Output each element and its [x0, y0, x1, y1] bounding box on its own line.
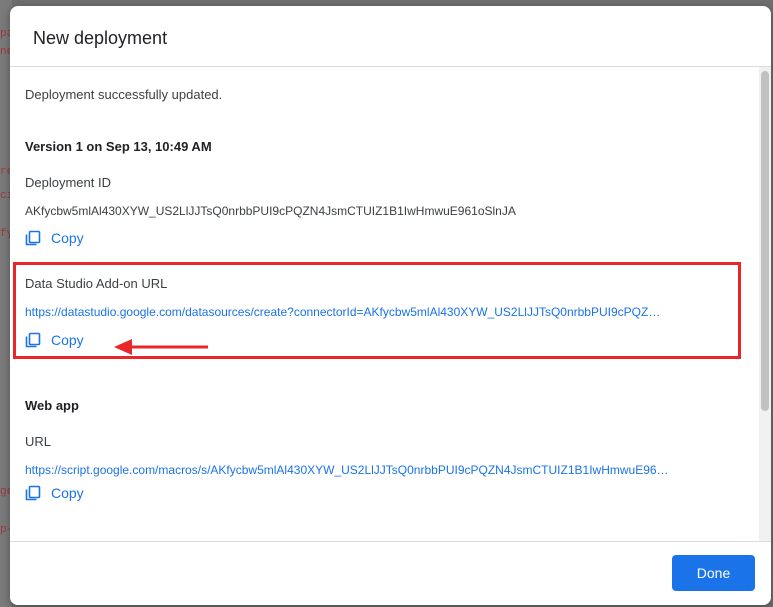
addon-url-link[interactable]: https://datastudio.google.com/datasource… — [25, 305, 741, 319]
red-arrow-icon — [114, 339, 208, 355]
copy-label: Copy — [51, 485, 84, 501]
copy-addon-url-button[interactable]: Copy — [25, 329, 84, 351]
copy-web-app-url-button[interactable]: Copy — [25, 482, 84, 504]
web-app-title: Web app — [25, 398, 79, 413]
deployment-id-label: Deployment ID — [25, 175, 111, 190]
deployment-id-value: AKfycbw5mlAl430XYW_US2LlJJTsQ0nrbbPUI9cP… — [25, 204, 516, 218]
new-deployment-dialog: New deployment Deployment successfully u… — [10, 6, 771, 605]
success-message: Deployment successfully updated. — [25, 87, 223, 102]
copy-icon — [25, 230, 41, 246]
version-title: Version 1 on Sep 13, 10:49 AM — [25, 139, 212, 154]
copy-deployment-id-button[interactable]: Copy — [25, 227, 84, 249]
scrollbar-thumb[interactable] — [761, 71, 769, 411]
copy-label: Copy — [51, 332, 84, 348]
addon-url-label: Data Studio Add-on URL — [25, 276, 168, 291]
dialog-title: New deployment — [33, 28, 168, 48]
done-button[interactable]: Done — [672, 555, 755, 591]
copy-label: Copy — [51, 230, 84, 246]
web-app-url-link[interactable]: https://script.google.com/macros/s/AKfyc… — [25, 463, 741, 477]
copy-icon — [25, 332, 41, 348]
dialog-footer: Done — [10, 541, 771, 605]
dialog-header: New deployment — [10, 6, 771, 67]
copy-icon — [25, 485, 41, 501]
web-app-url-label: URL — [25, 434, 52, 449]
dialog-scrollbar[interactable] — [759, 67, 771, 542]
dialog-body: Deployment successfully updated. Version… — [10, 67, 759, 542]
